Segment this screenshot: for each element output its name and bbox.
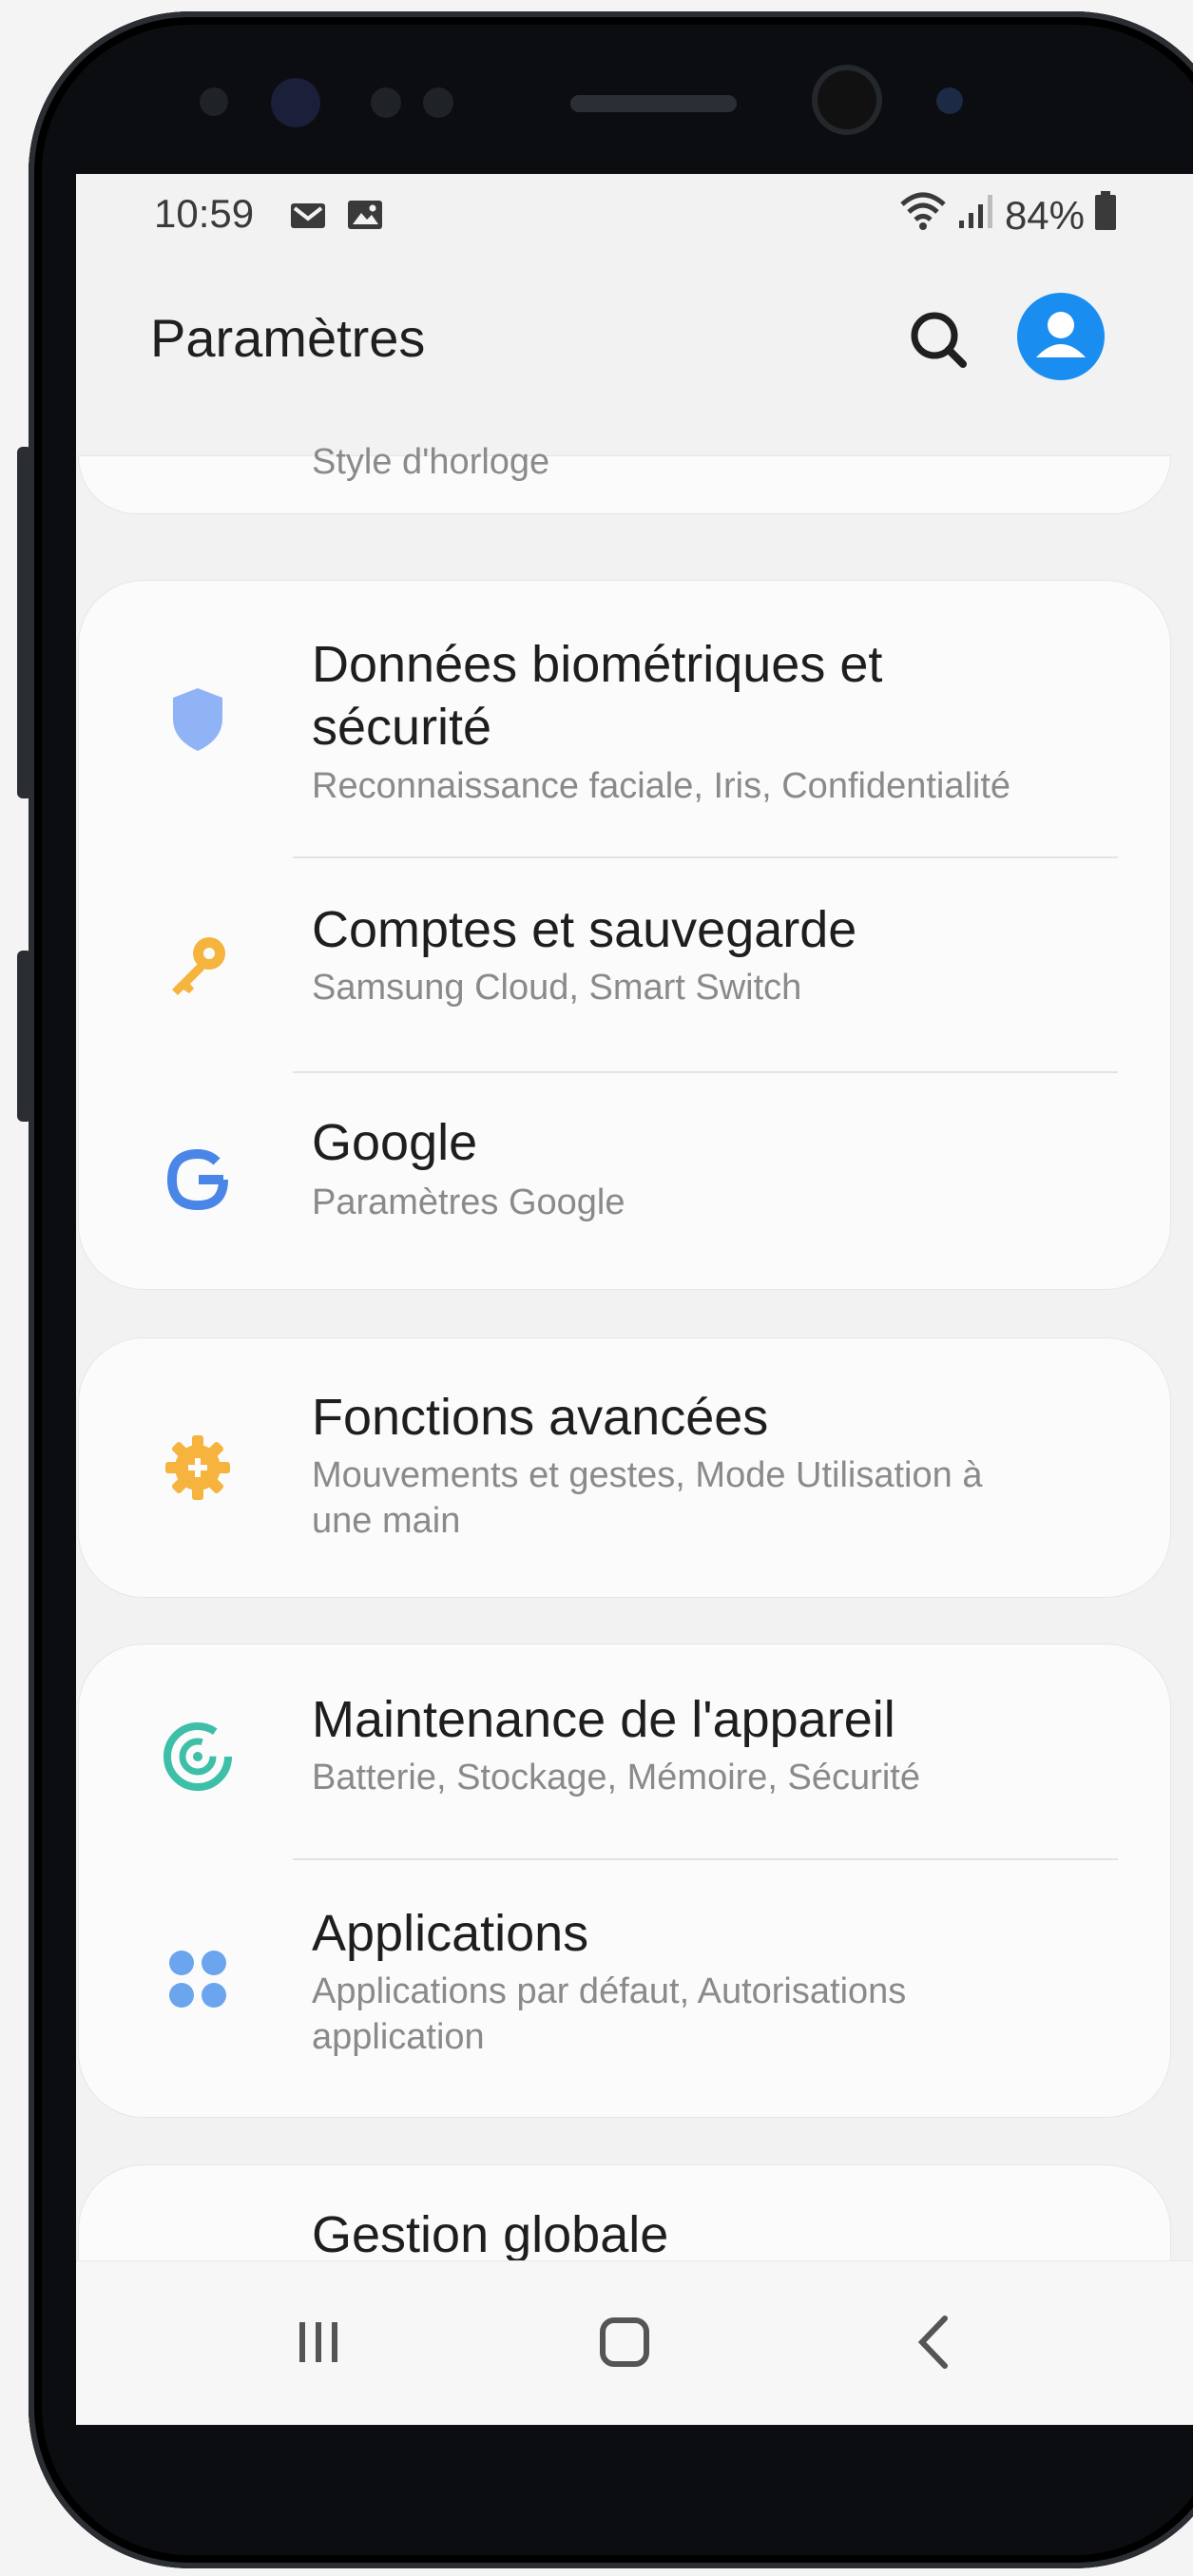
list-item-subtitle: Samsung Cloud, Smart Switch xyxy=(312,968,802,1008)
list-item-subtitle-cont: une main xyxy=(312,1501,461,1541)
settings-card-advanced: Fonctions avancées Mouvements et gestes,… xyxy=(79,1338,1170,1597)
list-item-google[interactable]: Google Paramètres Google xyxy=(79,1073,1170,1289)
list-item-title-cont: sécurité xyxy=(312,699,492,756)
apps-grid-icon xyxy=(160,1941,236,2017)
status-right: 84% xyxy=(898,191,1117,240)
page-title: Paramètres xyxy=(150,308,426,368)
image-icon xyxy=(346,195,384,240)
shield-icon xyxy=(160,682,236,758)
list-item-biometrics[interactable]: Données biométriques et sécurité Reconna… xyxy=(79,581,1170,856)
screen: 10:59 84% Paramètres Style d'horloge Don… xyxy=(76,174,1193,2425)
account-icon xyxy=(1017,293,1105,380)
list-item-subtitle: Applications par défaut, Autorisations xyxy=(312,1971,907,2011)
list-item-subtitle: Mouvements et gestes, Mode Utilisation à xyxy=(312,1455,983,1495)
gmail-icon xyxy=(289,195,327,240)
home-icon xyxy=(600,2317,649,2367)
list-item-advanced-features[interactable]: Fonctions avancées Mouvements et gestes,… xyxy=(79,1338,1170,1597)
navigation-bar xyxy=(76,2260,1193,2425)
earpiece-speaker xyxy=(570,95,737,112)
gear-plus-icon xyxy=(160,1430,236,1506)
search-icon xyxy=(911,312,967,368)
search-button[interactable] xyxy=(898,299,980,381)
app-bar: Paramètres xyxy=(76,279,1193,402)
list-item-subtitle: Paramètres Google xyxy=(312,1182,625,1222)
front-sensor xyxy=(200,87,228,116)
bixby-button xyxy=(17,951,32,1122)
settings-card-device: Maintenance de l'appareil Batterie, Stoc… xyxy=(79,1644,1170,2117)
key-icon xyxy=(160,927,236,1003)
list-item-title: Google xyxy=(312,1114,478,1171)
profile-button[interactable] xyxy=(1017,293,1105,380)
home-button[interactable] xyxy=(582,2299,667,2385)
list-item-title: Comptes et sauvegarde xyxy=(312,901,857,958)
light-sensor xyxy=(423,87,453,118)
battery-icon xyxy=(1094,191,1117,240)
list-item-subtitle: Style d'horloge xyxy=(312,442,550,482)
google-icon xyxy=(160,1142,236,1218)
recents-icon xyxy=(299,2322,337,2362)
list-item-device-maintenance[interactable]: Maintenance de l'appareil Batterie, Stoc… xyxy=(79,1644,1170,1858)
iris-scanner xyxy=(271,78,320,127)
list-item-accounts[interactable]: Comptes et sauvegarde Samsung Cloud, Sma… xyxy=(79,858,1170,1071)
list-item-subtitle: Batterie, Stockage, Mémoire, Sécurité xyxy=(312,1758,920,1797)
status-time: 10:59 xyxy=(154,191,255,236)
settings-card-security: Données biométriques et sécurité Reconna… xyxy=(79,581,1170,1289)
battery-level: 84% xyxy=(1004,193,1085,238)
list-item-title: Fonctions avancées xyxy=(312,1389,769,1446)
settings-card-partial[interactable]: Style d'horloge xyxy=(79,442,1170,513)
signal-icon xyxy=(957,192,995,240)
status-bar: 10:59 84% xyxy=(76,174,1193,250)
back-icon xyxy=(917,2316,948,2369)
volume-button xyxy=(17,447,32,798)
device-care-icon xyxy=(160,1719,236,1795)
list-item-subtitle-cont: application xyxy=(312,2017,485,2057)
list-item-title: Maintenance de l'appareil xyxy=(312,1691,895,1748)
back-button[interactable] xyxy=(892,2299,977,2385)
recents-button[interactable] xyxy=(276,2299,361,2385)
list-item-title: Gestion globale xyxy=(312,2206,669,2263)
front-camera xyxy=(818,70,876,129)
list-item-title: Applications xyxy=(312,1905,589,1962)
iris-led xyxy=(936,87,963,114)
wifi-icon xyxy=(898,191,948,240)
list-item-title: Données biométriques et xyxy=(312,636,883,693)
list-item-applications[interactable]: Applications Applications par défaut, Au… xyxy=(79,1860,1170,2117)
proximity-sensor xyxy=(371,87,401,118)
list-item-subtitle: Reconnaissance faciale, Iris, Confidenti… xyxy=(312,766,1011,806)
